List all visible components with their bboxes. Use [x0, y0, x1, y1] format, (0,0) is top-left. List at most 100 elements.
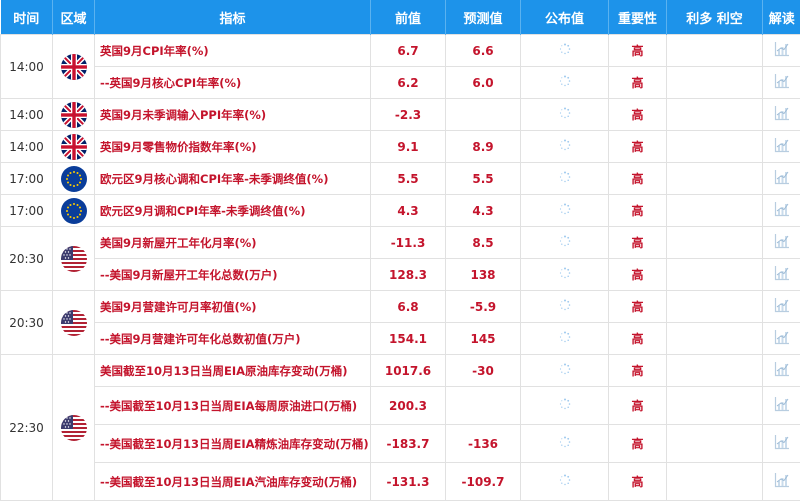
loading-spinner-icon — [559, 299, 571, 311]
uk-flag-icon — [60, 53, 87, 80]
forecast-value — [445, 386, 521, 425]
bull-bear-cell — [666, 162, 763, 195]
header-row: 时间 区域 指标 前值 预测值 公布值 重要性 利多 利空 解读 — [0, 0, 800, 35]
interpret-cell[interactable] — [762, 34, 800, 67]
indicator-name: 英国9月CPI年率(%) — [94, 34, 371, 67]
table-row[interactable]: 20:30 美国9月新屋开工年化月率(%) -11.3 8.5 高 — [0, 226, 800, 291]
event-time: 20:30 — [0, 226, 53, 291]
forecast-value: 6.0 — [445, 66, 521, 99]
indicator-name: 欧元区9月核心调和CPI年率-未季调终值(%) — [94, 162, 371, 195]
bull-bear-cell — [666, 386, 763, 425]
forecast-value: 8.5 — [445, 226, 521, 259]
interpret-cell[interactable] — [762, 130, 800, 163]
table-row[interactable]: --美国截至10月13日当周EIA汽油库存变动(万桶) -131.3 -109.7 高 — [1, 462, 800, 501]
interpret-cell[interactable] — [762, 424, 800, 463]
event-time: 17:00 — [0, 194, 53, 227]
header-forecast: 预测值 — [445, 0, 521, 35]
chart-analysis-icon[interactable] — [774, 434, 790, 453]
region-cell — [52, 194, 95, 227]
importance-level: 高 — [608, 258, 667, 291]
indicator-name: --英国9月核心CPI年率(%) — [94, 66, 371, 99]
chart-analysis-icon[interactable] — [774, 137, 790, 156]
chart-analysis-icon[interactable] — [774, 361, 790, 380]
forecast-value: -30 — [445, 354, 521, 387]
economic-calendar-table: 时间 区域 指标 前值 预测值 公布值 重要性 利多 利空 解读 14:00 英国… — [0, 0, 800, 501]
region-cell — [52, 162, 95, 195]
table-row[interactable]: 14:00 英国9月未季调输入PPI年率(%) -2.3 高 — [0, 98, 800, 131]
interpret-cell[interactable] — [762, 386, 800, 425]
chart-analysis-icon[interactable] — [774, 472, 790, 491]
table-row[interactable]: 14:00 英国9月零售物价指数年率(%) 9.1 8.9 高 — [0, 130, 800, 163]
chart-analysis-icon[interactable] — [774, 233, 790, 252]
bull-bear-cell — [666, 290, 763, 323]
bull-bear-cell — [666, 424, 763, 463]
chart-analysis-icon[interactable] — [774, 329, 790, 348]
table-row[interactable]: 17:00 欧元区9月调和CPI年率-未季调终值(%) 4.3 4.3 高 — [0, 194, 800, 227]
event-time: 20:30 — [0, 290, 53, 355]
loading-spinner-icon — [559, 107, 571, 119]
region-cell — [52, 226, 95, 291]
previous-value: 5.5 — [370, 162, 446, 195]
table-row[interactable]: 14:00 英国9月CPI年率(%) 6.7 6.6 高 — [0, 34, 800, 99]
table-row[interactable]: 22:30 美国截至10月13日当周EIA原油库存变动(万桶) 1017.6 -30 高 — [0, 354, 800, 501]
header-interpret: 解读 — [762, 0, 800, 35]
chart-analysis-icon[interactable] — [774, 105, 790, 124]
loading-spinner-icon — [559, 474, 571, 486]
chart-analysis-icon[interactable] — [774, 265, 790, 284]
indicator-name: --美国截至10月13日当周EIA精炼油库存变动(万桶) — [94, 424, 371, 463]
chart-analysis-icon[interactable] — [774, 396, 790, 415]
header-actual: 公布值 — [520, 0, 609, 35]
bull-bear-cell — [666, 66, 763, 99]
chart-analysis-icon[interactable] — [774, 73, 790, 92]
previous-value: 128.3 — [370, 258, 446, 291]
event-time: 14:00 — [0, 130, 53, 163]
interpret-cell[interactable] — [762, 290, 800, 323]
bull-bear-cell — [666, 258, 763, 291]
interpret-cell[interactable] — [762, 194, 800, 227]
interpret-cell[interactable] — [762, 258, 800, 291]
indicator-name: --美国9月营建许可年化总数初值(万户) — [94, 322, 371, 355]
region-cell — [52, 98, 95, 131]
table-row[interactable]: --美国截至10月13日当周EIA精炼油库存变动(万桶) -183.7 -136 高 — [1, 424, 800, 463]
loading-spinner-icon — [559, 43, 571, 55]
interpret-cell[interactable] — [762, 98, 800, 131]
table-row[interactable]: --美国9月新屋开工年化总数(万户) 128.3 138 高 — [1, 258, 800, 291]
chart-analysis-icon[interactable] — [774, 169, 790, 188]
importance-level: 高 — [608, 162, 667, 195]
interpret-cell[interactable] — [762, 226, 800, 259]
interpret-cell[interactable] — [762, 322, 800, 355]
table-row[interactable]: --美国截至10月13日当周EIA每周原油进口(万桶) 200.3 高 — [1, 386, 800, 425]
importance-level: 高 — [608, 462, 667, 501]
indicator-name: --美国截至10月13日当周EIA汽油库存变动(万桶) — [94, 462, 371, 501]
interpret-cell[interactable] — [762, 462, 800, 501]
chart-analysis-icon[interactable] — [774, 41, 790, 60]
importance-level: 高 — [608, 290, 667, 323]
actual-value-cell — [520, 322, 609, 355]
table-row[interactable]: --美国9月营建许可年化总数初值(万户) 154.1 145 高 — [1, 322, 800, 355]
previous-value: 200.3 — [370, 386, 446, 425]
loading-spinner-icon — [559, 267, 571, 279]
interpret-cell[interactable] — [762, 354, 800, 387]
bull-bear-cell — [666, 34, 763, 67]
chart-analysis-icon[interactable] — [774, 297, 790, 316]
table-row[interactable]: --英国9月核心CPI年率(%) 6.2 6.0 高 — [1, 66, 800, 99]
actual-value-cell — [520, 34, 609, 67]
header-indicator: 指标 — [94, 0, 371, 35]
interpret-cell[interactable] — [762, 162, 800, 195]
forecast-value: 6.6 — [445, 34, 521, 67]
importance-level: 高 — [608, 354, 667, 387]
forecast-value: 145 — [445, 322, 521, 355]
importance-level: 高 — [608, 34, 667, 67]
actual-value-cell — [520, 386, 609, 425]
table-row[interactable]: 20:30 美国9月营建许可月率初值(%) 6.8 -5.9 高 — [0, 290, 800, 355]
event-time: 17:00 — [0, 162, 53, 195]
table-row[interactable]: 17:00 欧元区9月核心调和CPI年率-未季调终值(%) 5.5 5.5 高 — [0, 162, 800, 195]
indicator-name: 英国9月零售物价指数年率(%) — [94, 130, 371, 163]
indicator-name: 美国9月营建许可月率初值(%) — [94, 290, 371, 323]
header-importance: 重要性 — [608, 0, 667, 35]
chart-analysis-icon[interactable] — [774, 201, 790, 220]
previous-value: 154.1 — [370, 322, 446, 355]
indicator-name: 美国9月新屋开工年化月率(%) — [94, 226, 371, 259]
forecast-value — [445, 98, 521, 131]
interpret-cell[interactable] — [762, 66, 800, 99]
